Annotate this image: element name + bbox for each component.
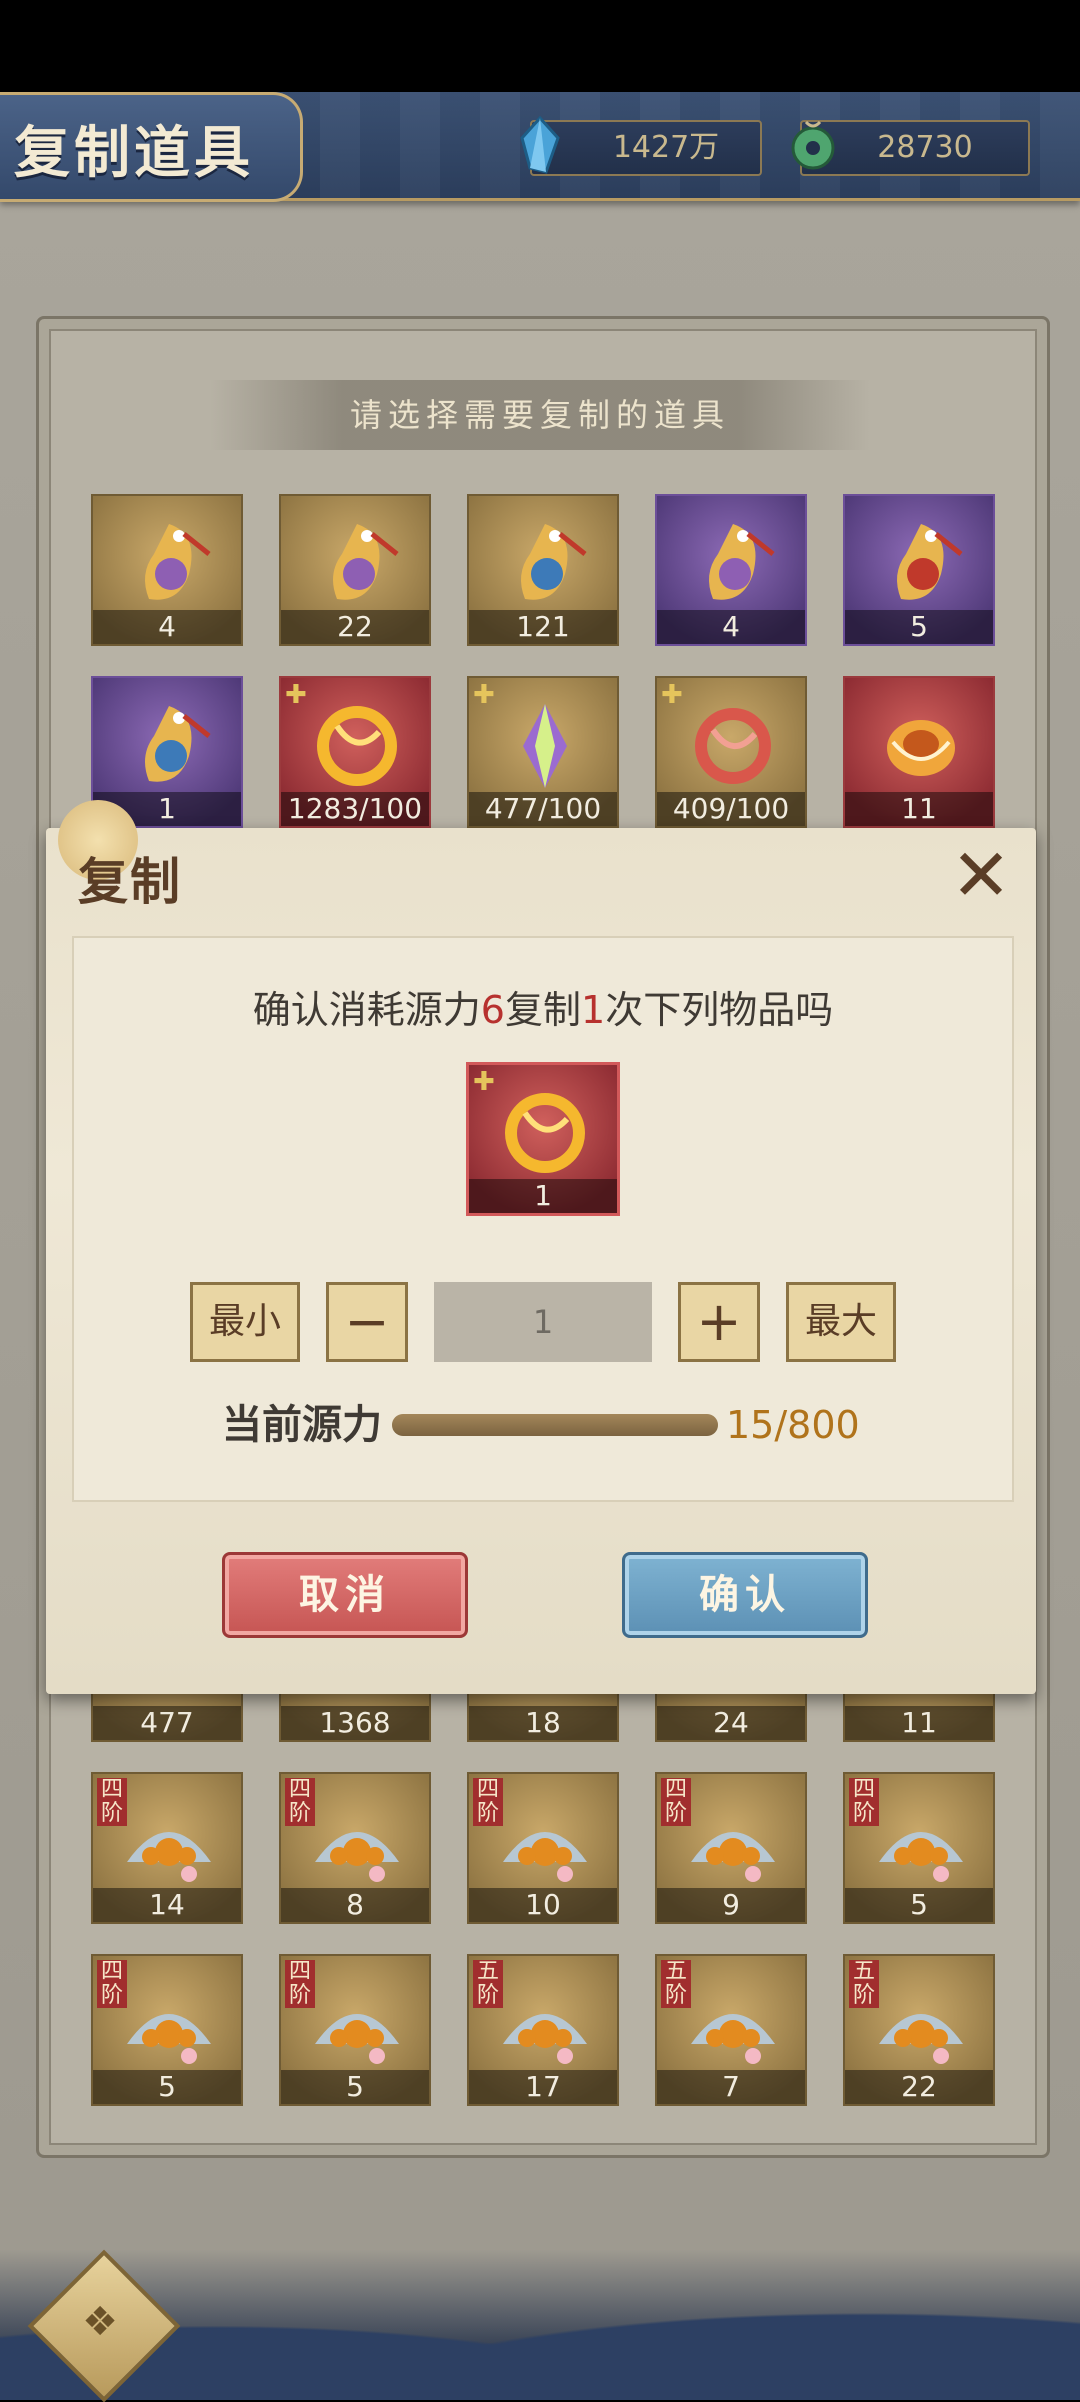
item-count: 5 — [93, 2070, 241, 2104]
item-count: 4 — [657, 610, 805, 644]
item-slot[interactable]: 四阶 10 — [467, 1772, 619, 1924]
item-count: 11 — [845, 792, 993, 826]
power-progress-bar — [392, 1414, 718, 1436]
golden-dragon-fragment-icon — [505, 1093, 585, 1173]
item-count: 5 — [281, 2070, 429, 2104]
fragment-icon: ✚ — [661, 680, 683, 710]
fish-charm-icon — [709, 524, 775, 600]
jade-value: 28730 — [877, 130, 973, 165]
item-slot[interactable]: 五阶 17 — [467, 1954, 619, 2106]
min-button[interactable]: 最小 — [190, 1282, 300, 1362]
item-count: 5 — [845, 1888, 993, 1922]
power-label: 当前源力 — [222, 1402, 382, 1448]
confirm-suffix: 次下列物品吗 — [605, 988, 834, 1032]
fan-treasure-icon — [127, 2014, 211, 2064]
item-slot[interactable]: 四阶 5 — [279, 1954, 431, 2106]
item-slot[interactable]: ✚ 477/100 — [467, 676, 619, 828]
fan-treasure-icon — [879, 1832, 963, 1882]
crystal-value: 1427万 — [612, 130, 720, 165]
confirm-button[interactable]: 确认 — [622, 1552, 868, 1638]
crystal-fragment-icon — [523, 704, 567, 788]
red-dragon-fragment-icon — [695, 708, 771, 784]
item-slot[interactable]: ✚ 1283/100 — [279, 676, 431, 828]
power-progress-fill — [392, 1414, 718, 1436]
item-slot[interactable]: 五阶 7 — [655, 1954, 807, 2106]
power-value: 15/800 — [726, 1403, 860, 1447]
fragment-icon: ✚ — [473, 1067, 495, 1097]
fish-charm-icon — [333, 524, 399, 600]
item-slot[interactable]: 4 — [655, 494, 807, 646]
minus-button[interactable]: − — [326, 1282, 408, 1362]
close-button[interactable]: ✕ — [946, 839, 1016, 911]
item-count: 11 — [845, 1706, 993, 1740]
item-slot[interactable]: 121 — [467, 494, 619, 646]
selected-item: ✚ 1 — [466, 1062, 620, 1216]
item-count: 477/100 — [469, 792, 617, 826]
item-slot[interactable]: 五阶 22 — [843, 1954, 995, 2106]
item-count: 18 — [469, 1706, 617, 1740]
item-slot[interactable]: 4 — [91, 494, 243, 646]
fan-treasure-icon — [691, 2014, 775, 2064]
fan-treasure-icon — [315, 2014, 399, 2064]
max-button[interactable]: 最大 — [786, 1282, 896, 1362]
page-title: 复制道具 — [14, 120, 254, 186]
item-slot[interactable]: 四阶 5 — [843, 1772, 995, 1924]
item-count: 9 — [657, 1888, 805, 1922]
crystal-currency[interactable]: 1427万 — [530, 120, 762, 176]
item-slot[interactable]: 11 — [843, 676, 995, 828]
select-prompt: 请选择需要复制的道具 — [349, 396, 730, 434]
fragment-icon: ✚ — [473, 680, 495, 710]
item-count: 1368 — [281, 1706, 429, 1740]
status-bar — [0, 0, 1080, 92]
fish-charm-icon — [145, 524, 211, 600]
fish-charm-icon — [145, 706, 211, 782]
item-slot[interactable]: 22 — [279, 494, 431, 646]
quantity-input[interactable]: 1 — [434, 1282, 652, 1362]
amber-orb-icon — [887, 720, 955, 776]
item-count: 8 — [281, 1888, 429, 1922]
item-count: 22 — [281, 610, 429, 644]
item-count: 121 — [469, 610, 617, 644]
confirm-message: 确认消耗源力6复制1次下列物品吗 — [72, 980, 1014, 1040]
item-slot[interactable]: 四阶 14 — [91, 1772, 243, 1924]
item-count: 24 — [657, 1706, 805, 1740]
item-slot[interactable]: ✚ 409/100 — [655, 676, 807, 828]
golden-dragon-fragment-icon — [317, 706, 397, 786]
item-count: 4 — [93, 610, 241, 644]
item-slot[interactable]: 四阶 8 — [279, 1772, 431, 1924]
fan-treasure-icon — [315, 1832, 399, 1882]
times-value: 1 — [581, 988, 606, 1032]
scroll-pattern-icon: ❖ — [82, 2299, 118, 2345]
crystal-icon — [520, 116, 560, 174]
item-count: 7 — [657, 2070, 805, 2104]
cancel-button[interactable]: 取消 — [222, 1552, 468, 1638]
item-slot[interactable]: 5 — [843, 494, 995, 646]
fan-treasure-icon — [879, 2014, 963, 2064]
item-slot[interactable]: 四阶 9 — [655, 1772, 807, 1924]
item-count: 10 — [469, 1888, 617, 1922]
item-count: 1283/100 — [281, 792, 429, 826]
fan-treasure-icon — [503, 2014, 587, 2064]
item-slot[interactable]: 四阶 5 — [91, 1954, 243, 2106]
item-count: 22 — [845, 2070, 993, 2104]
item-count: 409/100 — [657, 792, 805, 826]
fan-treasure-icon — [127, 1832, 211, 1882]
item-count: 5 — [845, 610, 993, 644]
jade-coin-icon — [791, 120, 835, 170]
item-count: 477 — [93, 1706, 241, 1740]
fish-charm-icon — [521, 524, 587, 600]
item-count: 14 — [93, 1888, 241, 1922]
item-count: 17 — [469, 2070, 617, 2104]
plus-button[interactable]: + — [678, 1282, 760, 1362]
fish-charm-icon — [897, 524, 963, 600]
fan-treasure-icon — [503, 1832, 587, 1882]
item-count: 1 — [469, 1179, 617, 1213]
fan-treasure-icon — [691, 1832, 775, 1882]
confirm-prefix: 确认消耗源力 — [252, 988, 481, 1032]
cost-value: 6 — [480, 988, 505, 1032]
dialog-title: 复制 — [78, 852, 182, 911]
fragment-icon: ✚ — [285, 680, 307, 710]
confirm-mid: 复制 — [504, 988, 581, 1032]
